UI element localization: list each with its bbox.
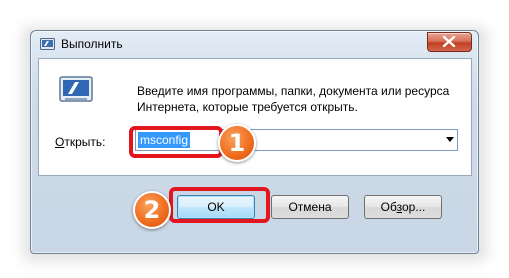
close-button[interactable] [427,32,472,52]
close-icon [442,36,456,47]
cancel-button[interactable]: Отмена [271,195,349,219]
browse-label-post: ор... [401,200,426,214]
step-badge-2: 2 [133,191,171,229]
run-icon [59,76,93,104]
browse-label-pre: Об [380,200,397,214]
title-bar[interactable]: Выполнить [31,31,478,57]
highlight-ok-button [169,187,270,223]
open-label: Открыть: [55,135,105,149]
step-badge-1: 1 [218,124,256,162]
run-icon [40,37,55,50]
dialog-description: Введите имя программы, папки, документа … [137,84,450,114]
chevron-down-icon[interactable] [446,137,454,142]
dialog-body: Введите имя программы, папки, документа … [38,58,472,176]
browse-button[interactable]: Обзор... [364,195,442,219]
highlight-input [129,126,223,158]
open-label-accel: О [55,135,65,149]
open-label-text: ткрыть: [64,135,106,149]
window-title: Выполнить [61,37,123,51]
